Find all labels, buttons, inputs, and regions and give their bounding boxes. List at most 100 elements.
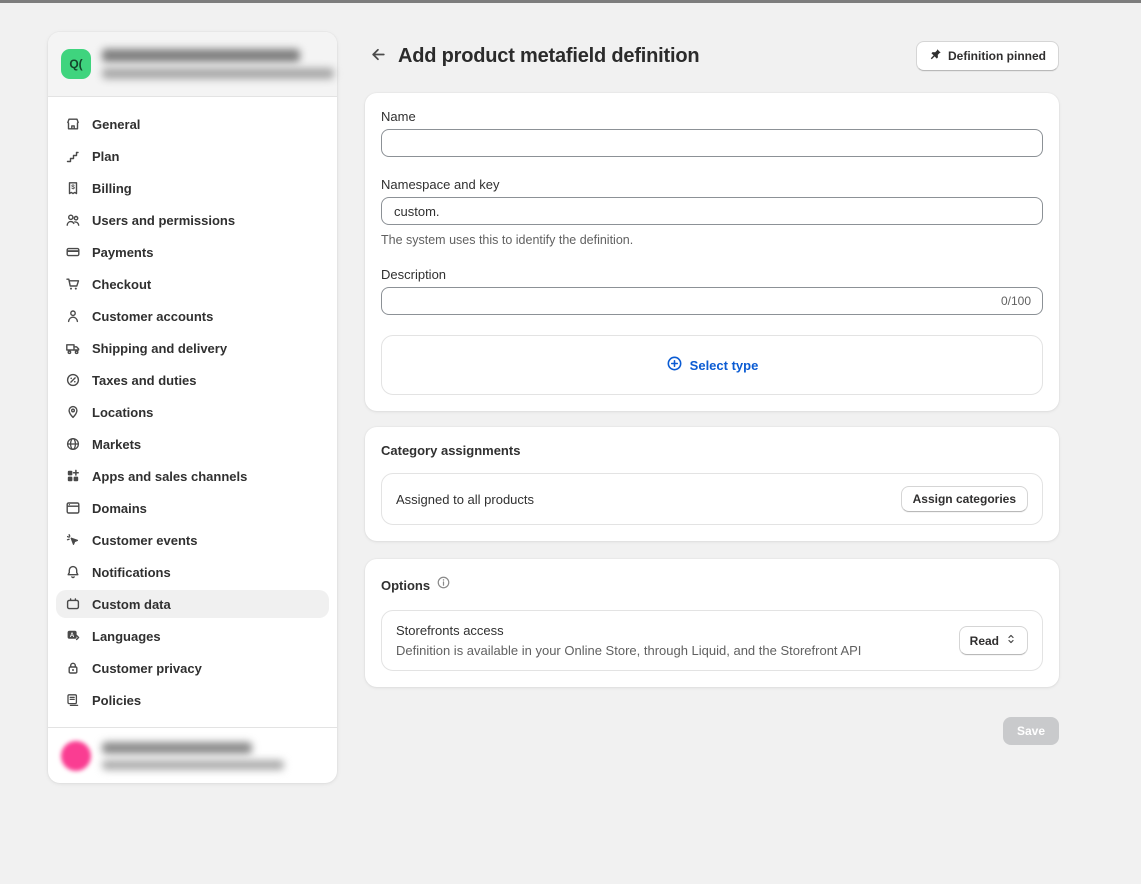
sidebar-item-apps-channels[interactable]: Apps and sales channels bbox=[56, 462, 329, 490]
settings-nav: General Plan $ Billing Users and permiss… bbox=[48, 97, 337, 727]
sidebar-item-label: Locations bbox=[92, 405, 153, 420]
map-pin-icon bbox=[64, 404, 82, 420]
sidebar-item-label: Policies bbox=[92, 693, 141, 708]
category-assignments-card: Category assignments Assigned to all pro… bbox=[365, 427, 1059, 541]
sidebar-item-shipping[interactable]: Shipping and delivery bbox=[56, 334, 329, 362]
namespace-field-group: Namespace and key The system uses this t… bbox=[381, 177, 1043, 247]
select-type-button[interactable]: Select type bbox=[666, 355, 759, 375]
info-icon[interactable] bbox=[436, 575, 451, 595]
main-content: Add product metafield definition Definit… bbox=[365, 40, 1059, 745]
caret-updown-icon bbox=[1005, 632, 1017, 649]
store-avatar: Q( bbox=[61, 49, 91, 79]
definition-pinned-label: Definition pinned bbox=[948, 49, 1046, 63]
sidebar-item-label: Customer events bbox=[92, 533, 197, 548]
browser-window-icon bbox=[64, 500, 82, 516]
storefronts-access-value: Read bbox=[970, 634, 999, 648]
user-email-redacted bbox=[102, 760, 284, 770]
sidebar-item-checkout[interactable]: Checkout bbox=[56, 270, 329, 298]
person-icon bbox=[64, 308, 82, 324]
assign-categories-button[interactable]: Assign categories bbox=[901, 486, 1028, 512]
sidebar-item-taxes[interactable]: Taxes and duties bbox=[56, 366, 329, 394]
current-user-footer[interactable] bbox=[48, 727, 337, 783]
sidebar-item-policies[interactable]: Policies bbox=[56, 686, 329, 714]
percent-icon bbox=[64, 372, 82, 388]
payments-icon bbox=[64, 244, 82, 260]
description-input[interactable] bbox=[381, 287, 1043, 315]
sidebar-item-markets[interactable]: Markets bbox=[56, 430, 329, 458]
storefronts-access-description: Definition is available in your Online S… bbox=[396, 643, 861, 658]
options-title: Options bbox=[381, 578, 430, 593]
select-type-label: Select type bbox=[690, 358, 759, 373]
category-status-text: Assigned to all products bbox=[396, 492, 534, 507]
sidebar-item-label: Notifications bbox=[92, 565, 171, 580]
sidebar-item-general[interactable]: General bbox=[56, 110, 329, 138]
lock-icon bbox=[64, 660, 82, 676]
cart-icon bbox=[64, 276, 82, 292]
back-button[interactable] bbox=[367, 45, 389, 67]
sidebar-item-notifications[interactable]: Notifications bbox=[56, 558, 329, 586]
store-name-redacted bbox=[102, 49, 300, 62]
options-header: Options bbox=[381, 575, 1043, 595]
description-field-group: Description 0/100 bbox=[381, 267, 1043, 315]
sidebar-item-billing[interactable]: $ Billing bbox=[56, 174, 329, 202]
sidebar-item-label: Billing bbox=[92, 181, 132, 196]
cursor-click-icon bbox=[64, 532, 82, 548]
category-assignment-row: Assigned to all products Assign categori… bbox=[381, 473, 1043, 525]
sidebar-item-label: Checkout bbox=[92, 277, 151, 292]
bell-icon bbox=[64, 564, 82, 580]
storefronts-access-select[interactable]: Read bbox=[959, 626, 1028, 655]
namespace-label: Namespace and key bbox=[381, 177, 1043, 192]
sidebar-item-customer-privacy[interactable]: Customer privacy bbox=[56, 654, 329, 682]
translate-icon: A bbox=[64, 628, 82, 644]
pin-icon bbox=[929, 48, 942, 64]
storefronts-access-row: Storefronts access Definition is availab… bbox=[381, 610, 1043, 671]
name-input[interactable] bbox=[381, 129, 1043, 157]
assign-categories-label: Assign categories bbox=[913, 492, 1016, 506]
sidebar-item-plan[interactable]: Plan bbox=[56, 142, 329, 170]
sidebar-item-languages[interactable]: A Languages bbox=[56, 622, 329, 650]
storefronts-access-name: Storefronts access bbox=[396, 623, 861, 638]
definition-pinned-button[interactable]: Definition pinned bbox=[916, 41, 1059, 71]
name-label: Name bbox=[381, 109, 1043, 124]
svg-text:A: A bbox=[70, 633, 75, 639]
namespace-help-text: The system uses this to identify the def… bbox=[381, 233, 1043, 247]
plus-circle-icon bbox=[666, 355, 683, 375]
user-identity-redacted bbox=[102, 742, 284, 770]
sidebar-item-customer-events[interactable]: Customer events bbox=[56, 526, 329, 554]
save-button[interactable]: Save bbox=[1003, 717, 1059, 745]
billing-icon: $ bbox=[64, 180, 82, 196]
namespace-key-input[interactable] bbox=[381, 197, 1043, 225]
sidebar-item-label: Payments bbox=[92, 245, 153, 260]
name-field-group: Name bbox=[381, 109, 1043, 157]
save-row: Save bbox=[365, 717, 1059, 745]
sidebar-item-label: Custom data bbox=[92, 597, 171, 612]
sidebar-item-custom-data[interactable]: Custom data bbox=[56, 590, 329, 618]
sidebar-item-customer-accounts[interactable]: Customer accounts bbox=[56, 302, 329, 330]
page-title: Add product metafield definition bbox=[398, 45, 699, 68]
description-input-wrap: 0/100 bbox=[381, 287, 1043, 315]
apps-grid-icon bbox=[64, 468, 82, 484]
store-url-redacted bbox=[102, 68, 334, 79]
store-identity-redacted bbox=[102, 49, 334, 79]
plan-icon bbox=[64, 148, 82, 164]
sidebar-item-label: Domains bbox=[92, 501, 147, 516]
store-icon bbox=[64, 116, 82, 132]
options-card: Options Storefronts access Definition is… bbox=[365, 559, 1059, 687]
sidebar-item-payments[interactable]: Payments bbox=[56, 238, 329, 266]
storefronts-access-text: Storefronts access Definition is availab… bbox=[396, 623, 861, 658]
sidebar-item-locations[interactable]: Locations bbox=[56, 398, 329, 426]
sidebar-item-label: Plan bbox=[92, 149, 119, 164]
admin-top-bar bbox=[0, 0, 1141, 3]
sidebar-item-label: Customer privacy bbox=[92, 661, 202, 676]
sidebar-item-domains[interactable]: Domains bbox=[56, 494, 329, 522]
store-header: Q( bbox=[48, 32, 337, 97]
sidebar-item-users-permissions[interactable]: Users and permissions bbox=[56, 206, 329, 234]
back-arrow-icon bbox=[370, 46, 387, 66]
sidebar-item-label: Shipping and delivery bbox=[92, 341, 227, 356]
description-label: Description bbox=[381, 267, 1043, 282]
sidebar-item-label: Taxes and duties bbox=[92, 373, 197, 388]
category-assignments-title: Category assignments bbox=[381, 443, 1043, 458]
sidebar-item-label: Markets bbox=[92, 437, 141, 452]
custom-data-icon bbox=[64, 596, 82, 612]
page-header: Add product metafield definition Definit… bbox=[365, 40, 1059, 72]
